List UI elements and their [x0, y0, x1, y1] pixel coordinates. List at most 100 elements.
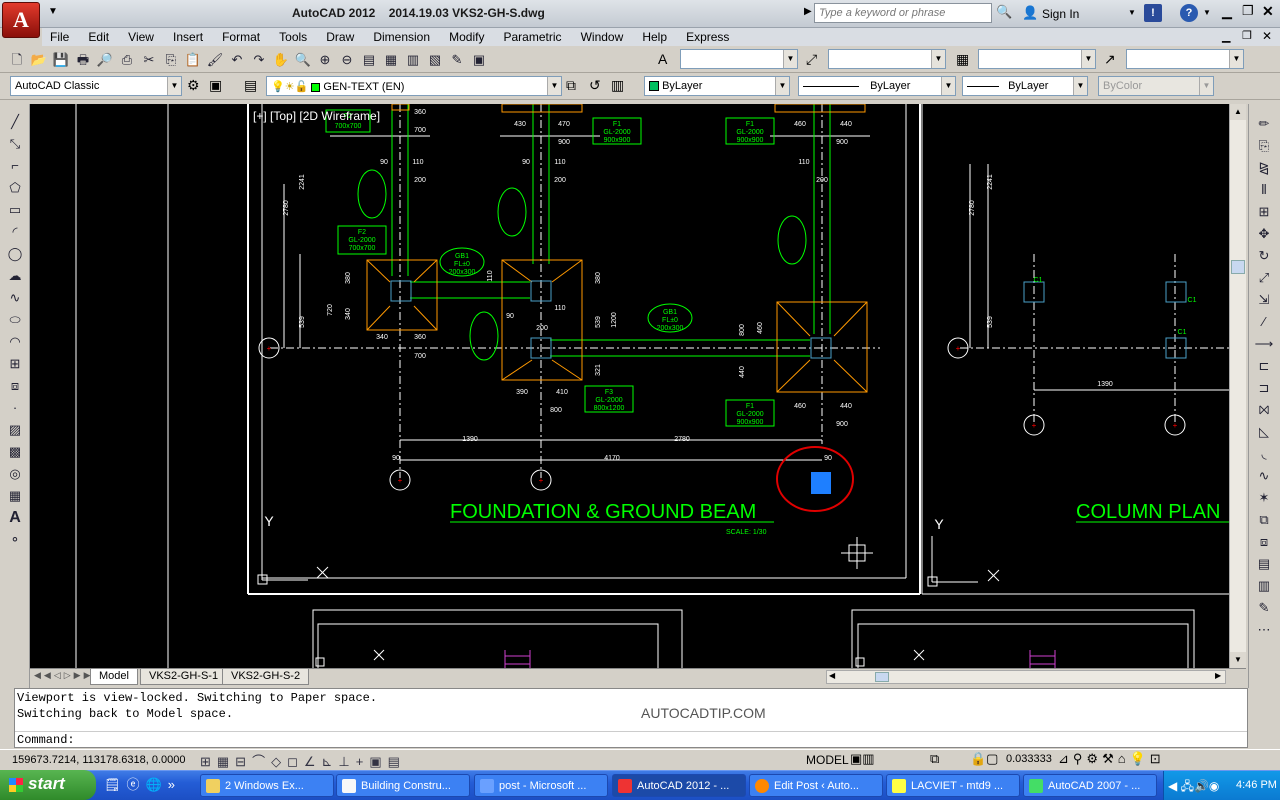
annotation-tools-icons[interactable]: ⊿⚲⚙⚒⌂💡⊡ — [1058, 751, 1165, 767]
menu-express[interactable]: Express — [678, 28, 737, 44]
make-current-layer-icon[interactable]: ⧉ — [566, 77, 576, 94]
multileader-icon[interactable]: ↗ — [1104, 51, 1116, 68]
markup-icon[interactable]: ✎ — [447, 50, 467, 70]
rotate-icon[interactable]: ↻ — [1251, 245, 1277, 266]
selected-grip[interactable] — [811, 472, 831, 494]
calculator-icon[interactable]: ▣ — [469, 50, 489, 70]
table-style-icon[interactable]: ▦ — [956, 51, 969, 68]
menu-format[interactable]: Format — [214, 28, 268, 44]
application-menu-button[interactable]: A — [2, 2, 40, 38]
mirror-icon[interactable]: ⧎ — [1251, 157, 1277, 178]
quick-launch-icons[interactable]: 🗒ⓔ🌐» — [104, 774, 181, 793]
paste-icon[interactable]: 📋 — [183, 50, 203, 70]
menu-dimension[interactable]: Dimension — [365, 28, 438, 44]
doc-restore-button[interactable]: ❐ — [1242, 29, 1252, 42]
add-selected-icon[interactable]: ⚬ — [2, 529, 28, 550]
insert-block-icon[interactable]: ⊞ — [2, 353, 28, 374]
exchange-icon[interactable]: ! — [1144, 4, 1162, 22]
menu-insert[interactable]: Insert — [165, 28, 211, 44]
region-icon[interactable]: ◎ — [2, 463, 28, 484]
hatch-icon[interactable]: ▨ — [2, 419, 28, 440]
menu-help[interactable]: Help — [634, 28, 675, 44]
clock[interactable]: 4:46 PM — [1236, 779, 1277, 791]
task-microsoft-word[interactable]: post - Microsoft ... — [474, 774, 608, 797]
help-icon[interactable]: ? — [1180, 4, 1198, 22]
hscroll-thumb[interactable] — [875, 672, 889, 682]
viewport-lock-icon[interactable]: 🔒▢ — [970, 751, 998, 767]
tool-palettes-icon[interactable]: ▥ — [403, 50, 423, 70]
publish-icon[interactable]: ⎙ — [117, 50, 137, 70]
offset-icon[interactable]: ⫴ — [1251, 179, 1277, 200]
array-icon[interactable]: ⊞ — [1251, 201, 1277, 222]
more-tools-icon[interactable]: ⋯ — [1251, 619, 1277, 640]
tray-icons[interactable]: ◀ 🖧🔊◉ — [1168, 777, 1219, 798]
break-at-point-icon[interactable]: ⊏ — [1251, 355, 1277, 376]
zoom-realtime-icon[interactable]: 🔍 — [293, 50, 313, 70]
sign-in-link[interactable]: Sign In — [1042, 7, 1079, 21]
menu-window[interactable]: Window — [573, 28, 632, 44]
explode-icon[interactable]: ✶ — [1251, 487, 1277, 508]
search-input[interactable]: Type a keyword or phrase — [814, 3, 992, 23]
scroll-thumb[interactable] — [1231, 260, 1245, 274]
task-autocad-2012[interactable]: AutoCAD 2012 - ... — [612, 774, 746, 797]
new-icon[interactable]: 🗋 — [7, 50, 27, 70]
scale-icon[interactable]: ⤢ — [1251, 267, 1277, 288]
layer-combo[interactable]: 💡☀🔓 GEN-TEXT (EN) ▼ — [266, 76, 562, 96]
redo-icon[interactable]: ↷ — [249, 50, 269, 70]
plot-icon[interactable]: 🖶 — [73, 50, 93, 70]
edit-attributes-icon[interactable]: ✎ — [1251, 597, 1277, 618]
layer-states-icon[interactable]: ▥ — [611, 77, 624, 94]
search-binoculars-icon[interactable]: 🔍 — [996, 4, 1016, 24]
tab-layout-2[interactable]: VKS2-GH-S-2 — [222, 669, 310, 685]
open-icon[interactable]: 📂 — [29, 50, 49, 70]
design-center-icon[interactable]: ▦ — [381, 50, 401, 70]
workspace-save-icon[interactable]: ▣ — [209, 77, 222, 94]
stretch-icon[interactable]: ⇲ — [1251, 289, 1277, 310]
close-button[interactable]: ✕ — [1262, 3, 1274, 20]
layer-iso-icon[interactable]: ▥ — [1251, 575, 1277, 596]
quick-access-dropdown-icon[interactable]: ▼ — [48, 6, 58, 17]
properties-icon[interactable]: ▤ — [359, 50, 379, 70]
menu-parametric[interactable]: Parametric — [496, 28, 570, 44]
fillet-icon[interactable]: ◟ — [1251, 443, 1277, 464]
layer-tools-icon[interactable]: ▤ — [1251, 553, 1277, 574]
cut-icon[interactable]: ✂ — [139, 50, 159, 70]
spline-icon[interactable]: ∿ — [2, 287, 28, 308]
task-building-construction[interactable]: Building Constru... — [336, 774, 470, 797]
draworder-icon[interactable]: ⧉ — [1251, 509, 1277, 530]
drawing-canvas[interactable]: F2 700x700 F1 GL-2000 900x900 F1 GL-2000… — [30, 104, 1229, 668]
color-combo[interactable]: ByLayer ▼ — [644, 76, 790, 96]
circle-icon[interactable]: ◯ — [2, 243, 28, 264]
sign-in-dropdown-icon[interactable]: ▼ — [1128, 8, 1136, 17]
vertical-scrollbar[interactable]: ▲ ▼ — [1229, 104, 1246, 668]
dim-style-icon[interactable]: ⤢ — [806, 51, 817, 68]
layer-properties-icon[interactable]: ▤ — [244, 77, 257, 94]
revision-cloud-icon[interactable]: ☁ — [2, 265, 28, 286]
task-edit-post[interactable]: Edit Post ‹ Auto... — [749, 774, 883, 797]
horizontal-scrollbar[interactable]: ◀ ▶ — [826, 670, 1226, 684]
menu-view[interactable]: View — [120, 28, 162, 44]
point-icon[interactable]: · — [2, 397, 28, 418]
drafting-toggles[interactable]: ⊞▦⊟⌒◇◻∠⊾⊥+▣▤ — [200, 751, 406, 770]
pan-icon[interactable]: ✋ — [271, 50, 291, 70]
table-style-combo[interactable]: ▼ — [978, 49, 1096, 69]
gradient-icon[interactable]: ▩ — [2, 441, 28, 462]
save-icon[interactable]: 💾 — [51, 50, 71, 70]
scroll-up-arrow-icon[interactable]: ▲ — [1230, 104, 1246, 120]
scroll-right-arrow-icon[interactable]: ▶ — [1215, 671, 1221, 680]
text-style-icon[interactable]: A — [658, 51, 667, 67]
workspace-combo[interactable]: AutoCAD Classic ▼ — [10, 76, 182, 96]
trim-icon[interactable]: ⁄ — [1251, 311, 1277, 332]
construction-line-icon[interactable]: ⤡ — [2, 133, 28, 154]
join-icon[interactable]: ⨝ — [1251, 399, 1277, 420]
mtext-icon[interactable]: A — [2, 507, 28, 528]
sheet-set-icon[interactable]: ▧ — [425, 50, 445, 70]
maximize-viewport-icon[interactable]: ⧉ — [930, 751, 939, 767]
table-icon[interactable]: ▦ — [2, 485, 28, 506]
menu-draw[interactable]: Draw — [318, 28, 362, 44]
zoom-previous-icon[interactable]: ⊖ — [337, 50, 357, 70]
zoom-window-icon[interactable]: ⊕ — [315, 50, 335, 70]
lineweight-combo[interactable]: ByLayer ▼ — [962, 76, 1088, 96]
move-icon[interactable]: ✥ — [1251, 223, 1277, 244]
chamfer-icon[interactable]: ◺ — [1251, 421, 1277, 442]
